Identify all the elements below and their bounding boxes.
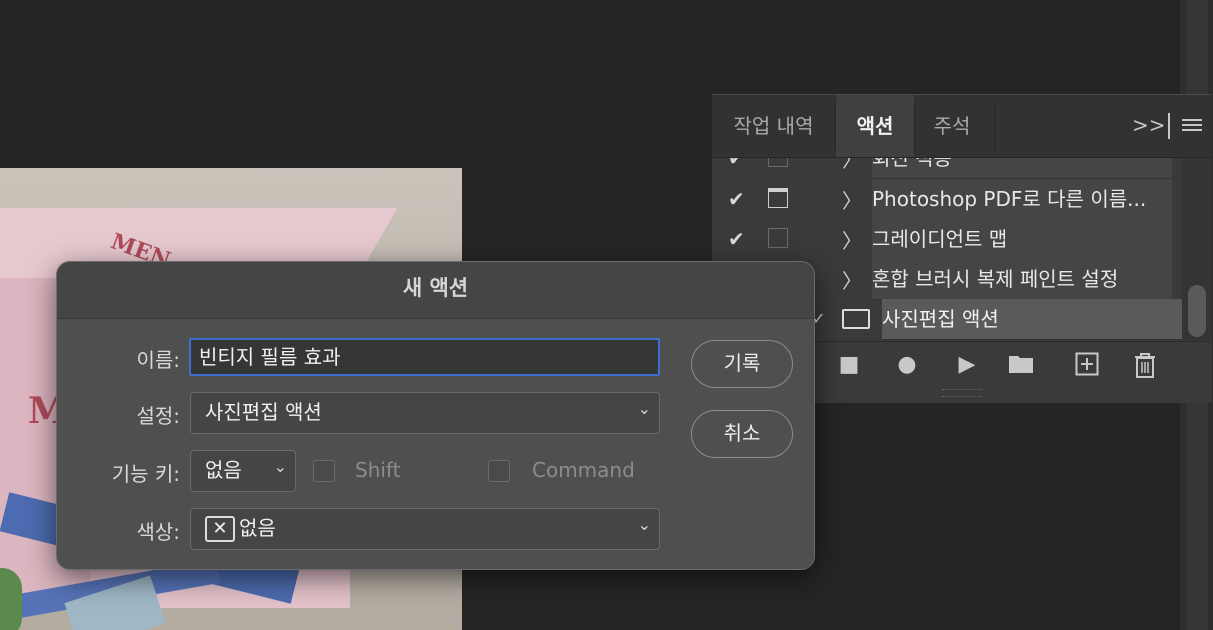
- set-label: 설정:: [136, 404, 180, 428]
- set-select[interactable]: 사진편집 액션 ⌄: [190, 392, 660, 434]
- chevron-down-icon: ⌄: [637, 515, 651, 534]
- color-select[interactable]: ✕ 없음 ⌄: [190, 508, 660, 550]
- shift-checkbox[interactable]: [313, 460, 335, 482]
- action-label: 그레이디언트 맵: [872, 219, 1172, 260]
- panel-tab-bar: 작업 내역 액션 주석 >>: [712, 95, 1212, 158]
- chevron-right-icon[interactable]: 〉: [842, 158, 862, 173]
- list-item[interactable]: ✔ 〉 회전 적용: [712, 158, 1182, 179]
- list-scrollbar-thumb[interactable]: [1188, 285, 1206, 337]
- function-key-select[interactable]: 없음 ⌄: [190, 450, 296, 492]
- dialog-toggle-icon[interactable]: [768, 188, 788, 208]
- name-label: 이름:: [136, 348, 180, 372]
- cancel-button[interactable]: 취소: [691, 410, 793, 458]
- dialog-toggle-icon[interactable]: [768, 158, 788, 167]
- no-color-icon: ✕: [205, 516, 235, 542]
- dialog-title: 새 액션: [57, 262, 814, 319]
- chevron-right-icon[interactable]: 〉: [842, 185, 862, 214]
- command-checkbox[interactable]: [488, 460, 510, 482]
- checkmark-icon[interactable]: ✔: [728, 227, 745, 251]
- color-label: 색상:: [136, 520, 180, 544]
- record-button[interactable]: 기록: [691, 340, 793, 388]
- dialog-toggle-icon[interactable]: [768, 228, 788, 248]
- checkmark-icon[interactable]: ✔: [728, 158, 745, 170]
- panel-overflow-icon[interactable]: >>: [1132, 113, 1166, 137]
- list-item[interactable]: ✔ 〉 그레이디언트 맵: [712, 219, 1182, 260]
- folder-icon: [842, 309, 870, 329]
- checkmark-icon[interactable]: ✔: [728, 187, 745, 211]
- chevron-down-icon: ⌄: [637, 399, 651, 418]
- action-label: 혼합 브러시 복제 페인트 설정: [872, 259, 1172, 300]
- tab-history[interactable]: 작업 내역: [712, 95, 835, 157]
- new-action-icon[interactable]: [1074, 352, 1100, 378]
- function-key-label: 기능 키:: [111, 462, 180, 486]
- play-icon[interactable]: ▶: [954, 352, 980, 378]
- action-label: 회전 적용: [872, 158, 1172, 179]
- new-action-dialog: 새 액션 이름: 빈티지 필름 효과 설정: 사진편집 액션 ⌄ 기능 키: 없…: [56, 261, 815, 570]
- trash-icon[interactable]: [1132, 352, 1158, 378]
- tab-notes[interactable]: 주석: [915, 95, 989, 157]
- command-label: Command: [532, 458, 635, 482]
- action-label: Photoshop PDF로 다른 이름...: [872, 179, 1172, 220]
- stop-icon[interactable]: ■: [836, 352, 862, 378]
- folder-icon[interactable]: [1008, 352, 1034, 378]
- action-set-label: 사진편집 액션: [882, 299, 1182, 340]
- list-item[interactable]: ✔ 〉 Photoshop PDF로 다른 이름...: [712, 179, 1182, 220]
- shift-label: Shift: [355, 458, 401, 482]
- chevron-down-icon: ⌄: [273, 457, 287, 476]
- tab-actions[interactable]: 액션: [836, 95, 914, 157]
- record-icon[interactable]: ●: [894, 352, 920, 378]
- name-input[interactable]: 빈티지 필름 효과: [189, 338, 660, 376]
- panel-menu-icon[interactable]: [1182, 119, 1202, 133]
- chevron-right-icon[interactable]: 〉: [842, 225, 862, 254]
- chevron-right-icon[interactable]: 〉: [842, 265, 862, 294]
- panel-resize-grip[interactable]: [942, 389, 982, 397]
